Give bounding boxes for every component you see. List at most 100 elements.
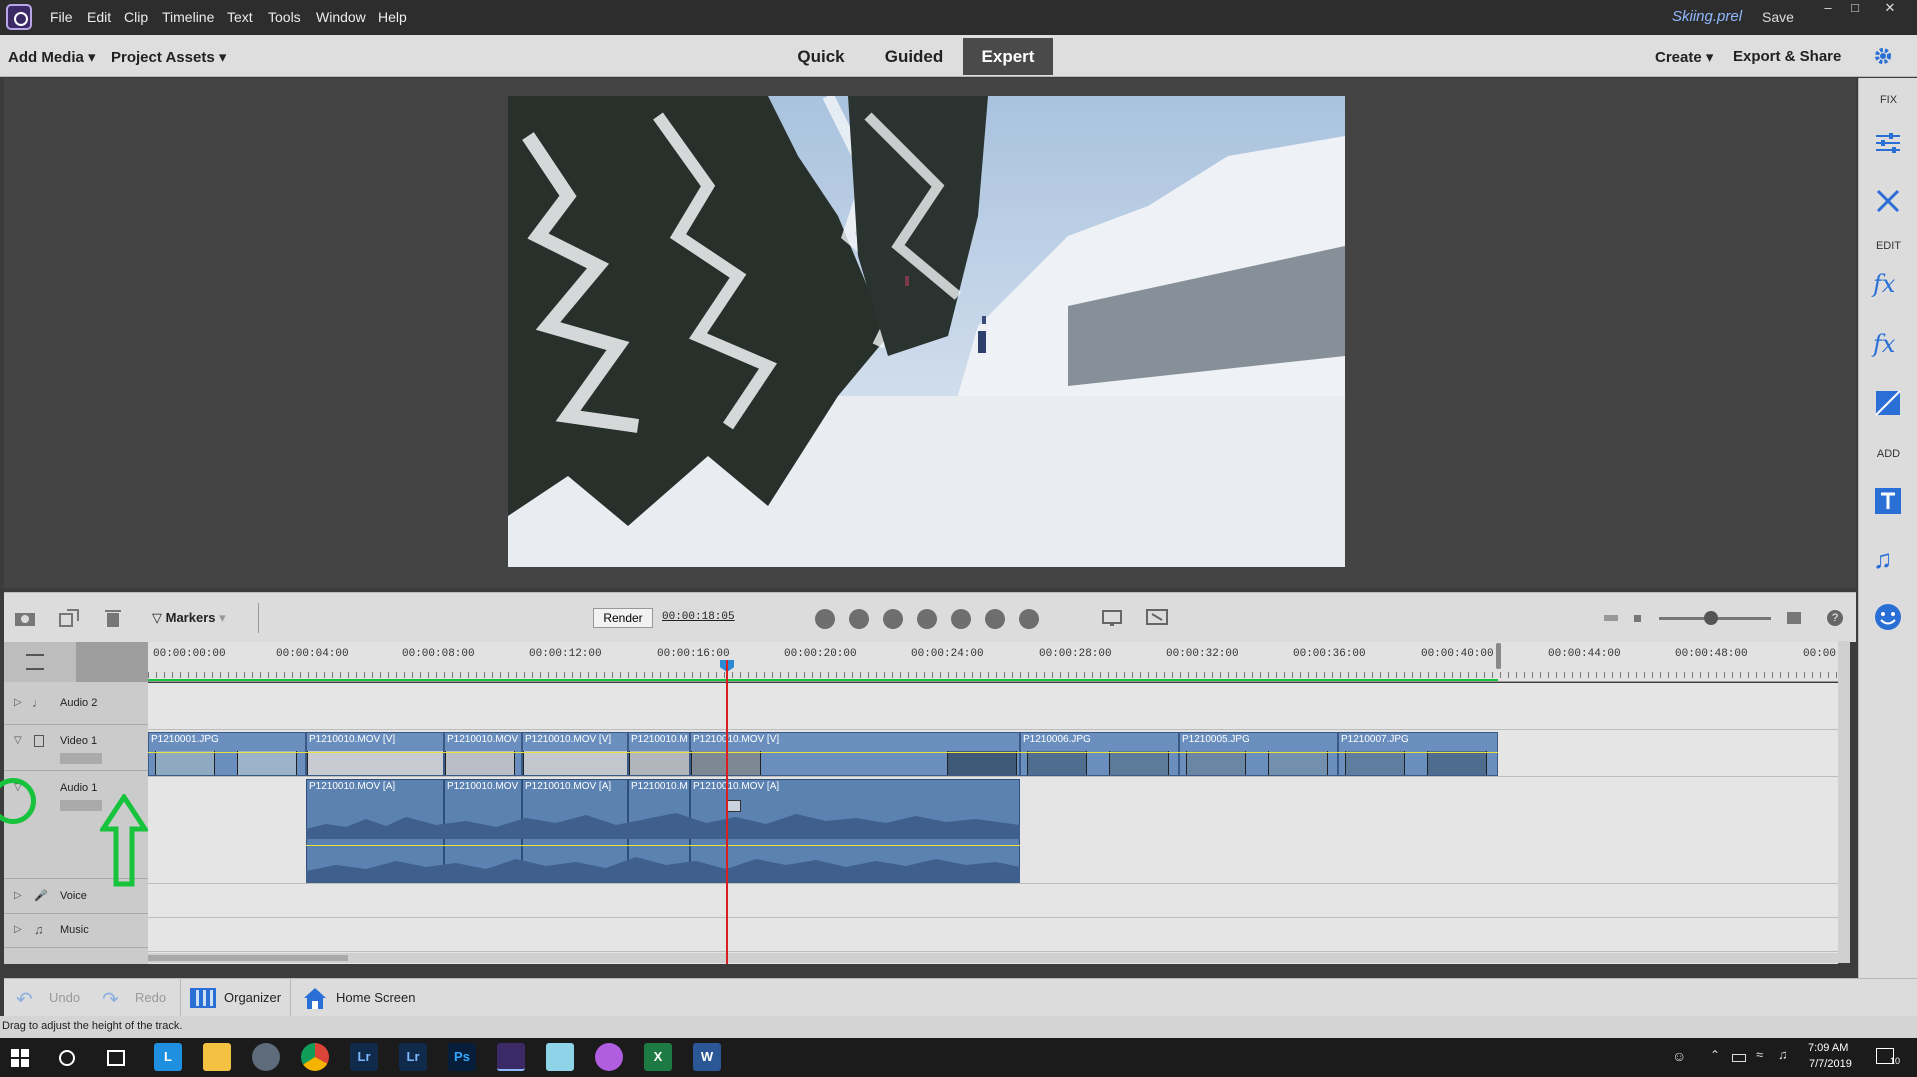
task-view-icon[interactable] [107, 1050, 125, 1066]
markers-dropdown[interactable]: ▽ Markers ▾ [152, 610, 226, 626]
menu-window[interactable]: Window [316, 9, 366, 25]
maximize-icon[interactable]: □ [1842, 0, 1868, 16]
tab-guided[interactable]: Guided [876, 38, 952, 75]
battery-icon[interactable] [1732, 1054, 1746, 1062]
marker-icon[interactable] [727, 800, 741, 812]
menu-help[interactable]: Help [378, 9, 407, 25]
video-clip[interactable]: P1210010.M [628, 732, 690, 776]
zoom-slider-thumb[interactable] [1704, 611, 1718, 625]
video-clip[interactable]: P1210010.MOV [444, 732, 522, 776]
zoom-small-icon[interactable] [1634, 615, 1641, 622]
word-icon[interactable]: W [693, 1043, 721, 1071]
organizer-icon[interactable] [190, 988, 216, 1008]
premiere-elements-icon[interactable] [497, 1043, 525, 1071]
music-icon[interactable]: ♫ [1873, 544, 1903, 574]
vertical-scrollbar[interactable] [1838, 641, 1850, 963]
tray-chevron-icon[interactable]: ⌃ [1710, 1048, 1720, 1062]
minimize-icon[interactable]: – [1815, 0, 1841, 16]
expand-audio2-icon[interactable]: ▷ [14, 697, 22, 708]
menu-file[interactable]: File [50, 9, 73, 25]
audio-waveform-toggle-icon[interactable] [76, 642, 148, 682]
file-explorer-icon[interactable] [203, 1043, 231, 1071]
video-clip[interactable]: P1210010.MOV [V] [306, 732, 444, 776]
redo-icon[interactable]: ↷ [102, 987, 119, 1012]
timeline-ruler[interactable]: 00:00:00:00 00:00:04:00 00:00:08:00 00:0… [148, 642, 1849, 682]
audio1-track-row[interactable]: P1210010.MOV [A] P1210010.MOV P1210010.M… [148, 777, 1838, 884]
keyframe-controls[interactable] [60, 800, 102, 811]
tab-quick[interactable]: Quick [783, 38, 859, 75]
titles-text-icon[interactable] [1873, 486, 1903, 516]
opacity-line[interactable] [148, 752, 1498, 753]
windows-start-icon[interactable] [11, 1049, 29, 1067]
track-options-icon[interactable] [26, 654, 44, 670]
excel-icon[interactable]: X [644, 1043, 672, 1071]
video1-track-row[interactable]: P1210001.JPG P1210010.MOV [V] P1210010.M… [148, 730, 1838, 777]
create-button[interactable]: Create ▾ [1655, 48, 1713, 66]
video-clip[interactable]: P1210010.MOV [V] [522, 732, 628, 776]
play-icon[interactable] [917, 609, 937, 629]
transitions-icon[interactable] [1873, 388, 1903, 418]
scrollbar-thumb[interactable] [148, 955, 348, 961]
search-icon[interactable] [59, 1050, 75, 1066]
collapse-video1-icon[interactable]: ▽ [14, 735, 22, 746]
fullscreen-icon[interactable] [1146, 608, 1168, 628]
video-clip[interactable]: P1210006.JPG [1020, 732, 1179, 776]
audio2-track-row[interactable] [148, 683, 1838, 730]
photoshop-icon[interactable]: Ps [448, 1043, 476, 1071]
applied-effects-icon[interactable]: fx [1873, 270, 1903, 300]
camera-icon[interactable] [14, 609, 36, 627]
menu-clip[interactable]: Clip [124, 9, 148, 25]
rewind-icon[interactable] [849, 609, 869, 629]
goto-end-icon[interactable] [1019, 609, 1039, 629]
clock-date[interactable]: 7/7/2019 [1809, 1058, 1852, 1070]
music-track-row[interactable] [148, 918, 1838, 952]
trash-icon[interactable] [104, 608, 122, 628]
taskbar-app-icon[interactable] [546, 1043, 574, 1071]
close-icon[interactable]: ✕ [1877, 0, 1903, 16]
taskbar-app-icon[interactable] [252, 1043, 280, 1071]
taskbar-app-l-icon[interactable]: L [154, 1043, 182, 1071]
organizer-button[interactable]: Organizer [224, 990, 281, 1005]
keyframe-controls[interactable] [60, 753, 102, 764]
lightroom-icon[interactable]: Lr [350, 1043, 378, 1071]
undo-button[interactable]: Undo [49, 990, 80, 1005]
menu-tools[interactable]: Tools [268, 9, 301, 25]
expand-voice-icon[interactable]: ▷ [14, 890, 22, 901]
horizontal-scrollbar[interactable] [148, 953, 1838, 963]
video-clip[interactable]: P1210001.JPG [148, 732, 306, 776]
zoom-out-icon[interactable] [1604, 615, 1618, 621]
clock-time[interactable]: 7:09 AM [1808, 1042, 1848, 1054]
undo-icon[interactable]: ↶ [16, 987, 33, 1012]
menu-edit[interactable]: Edit [87, 9, 111, 25]
step-back-icon[interactable] [883, 609, 903, 629]
adjust-sliders-icon[interactable] [1873, 128, 1903, 158]
redo-button[interactable]: Redo [135, 990, 166, 1005]
home-screen-button[interactable]: Home Screen [336, 990, 415, 1005]
lightroom-classic-icon[interactable]: Lr [399, 1043, 427, 1071]
home-icon[interactable] [302, 985, 328, 1011]
wifi-icon[interactable]: ≈ [1756, 1047, 1763, 1062]
timecode-display[interactable]: 00:00:18:05 [662, 611, 735, 623]
video-clip[interactable]: P1210005.JPG [1179, 732, 1338, 776]
render-button[interactable]: Render [593, 608, 653, 628]
menu-timeline[interactable]: Timeline [162, 9, 214, 25]
tab-expert[interactable]: Expert [963, 38, 1053, 75]
chrome-icon[interactable] [301, 1043, 329, 1071]
save-button[interactable]: Save [1762, 9, 1794, 25]
project-assets-button[interactable]: Project Assets ▾ [111, 48, 226, 66]
video-clip[interactable]: P1210007.JPG [1338, 732, 1498, 776]
expand-music-icon[interactable]: ▷ [14, 924, 22, 935]
add-media-button[interactable]: Add Media ▾ [8, 48, 96, 66]
zoom-in-icon[interactable] [1787, 612, 1801, 624]
menu-text[interactable]: Text [227, 9, 253, 25]
people-icon[interactable]: ☺ [1672, 1048, 1686, 1064]
export-share-button[interactable]: Export & Share [1733, 48, 1841, 65]
tools-icon[interactable] [1873, 186, 1903, 216]
volume-icon[interactable]: ♫ [1778, 1047, 1788, 1062]
graphics-smiley-icon[interactable] [1873, 602, 1903, 632]
fast-forward-icon[interactable] [985, 609, 1005, 629]
video-clip[interactable]: P1210010.MOV [V] [690, 732, 1020, 776]
effects-icon[interactable]: fx [1873, 330, 1903, 360]
settings-gear-icon[interactable] [1872, 45, 1894, 67]
app-logo-icon[interactable] [6, 4, 32, 30]
